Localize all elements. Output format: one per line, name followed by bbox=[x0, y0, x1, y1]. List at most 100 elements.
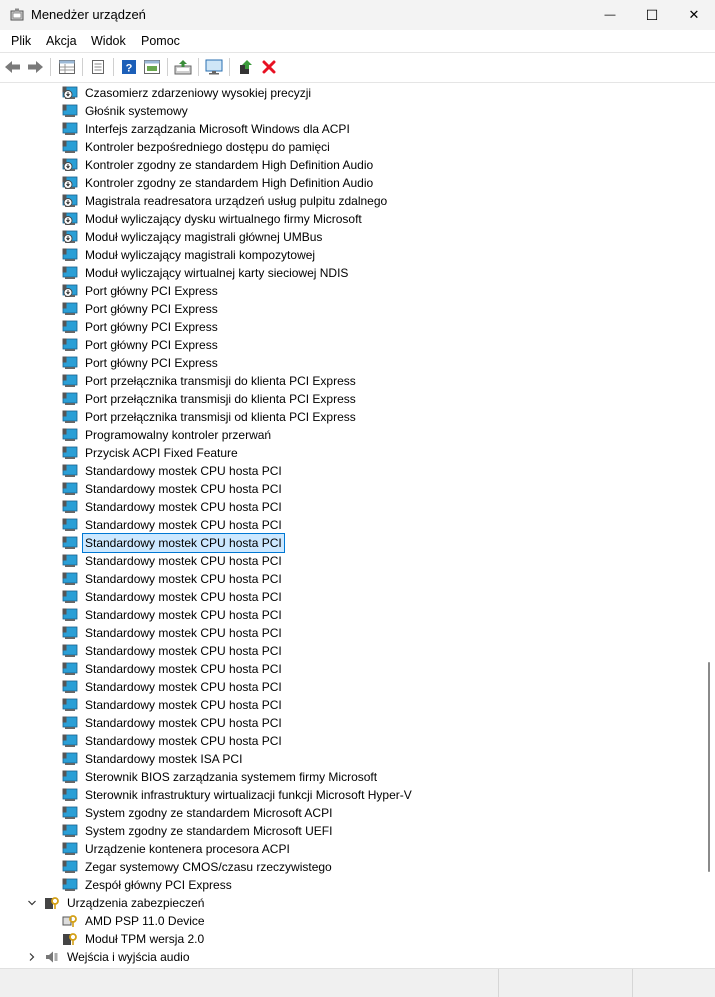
security-device-icon bbox=[63, 933, 77, 945]
maximize-icon: ☐ bbox=[645, 6, 659, 23]
device-tree[interactable]: Czasomierz zdarzeniowy wysokiej precyzji… bbox=[0, 84, 703, 968]
system-device-warning-icon bbox=[62, 86, 78, 99]
tree-item-label: Przycisk ACPI Fixed Feature bbox=[85, 446, 238, 460]
tree-item-label: Standardowy mostek CPU hosta PCI bbox=[85, 590, 282, 604]
tree-item-label: Standardowy mostek CPU hosta PCI bbox=[85, 554, 282, 568]
uninstall-device-button[interactable] bbox=[259, 57, 279, 77]
maximize-button[interactable]: ☐ bbox=[629, 0, 675, 30]
system-device-icon bbox=[62, 410, 78, 423]
tree-item-label: Urządzenie kontenera procesora ACPI bbox=[85, 842, 290, 856]
window-title: Menedżer urządzeń bbox=[31, 7, 146, 22]
scan-hardware-button[interactable] bbox=[204, 57, 224, 77]
system-device-warning-icon bbox=[62, 284, 78, 297]
tree-item-label: Standardowy mostek CPU hosta PCI bbox=[85, 662, 282, 676]
title-bar: Menedżer urządzeń — ☐ ✕ bbox=[0, 0, 715, 30]
toolbar: ? bbox=[0, 53, 715, 81]
menu-plik[interactable]: Plik bbox=[11, 34, 31, 48]
menu-pomoc[interactable]: Pomoc bbox=[141, 34, 180, 48]
tree-item-label: Wejścia i wyjścia audio bbox=[67, 950, 190, 964]
system-device-icon bbox=[62, 824, 78, 837]
toolbar-separator bbox=[113, 58, 114, 76]
system-device-icon bbox=[62, 500, 78, 513]
menu-bar: Plik Akcja Widok Pomoc bbox=[0, 30, 715, 52]
system-device-icon bbox=[62, 608, 78, 621]
system-device-warning-icon bbox=[62, 176, 78, 189]
help-icon: ? bbox=[122, 60, 136, 75]
tree-item-label: Moduł wyliczający dysku wirtualnego firm… bbox=[85, 212, 362, 226]
forward-icon bbox=[28, 61, 43, 73]
system-device-icon bbox=[62, 698, 78, 711]
system-device-icon bbox=[62, 464, 78, 477]
system-device-icon bbox=[62, 140, 78, 153]
system-device-icon bbox=[62, 248, 78, 261]
tree-item-label: Standardowy mostek CPU hosta PCI bbox=[85, 464, 282, 478]
system-device-icon bbox=[62, 356, 78, 369]
tree-item-label: Kontroler bezpośredniego dostępu do pami… bbox=[85, 140, 330, 154]
properties-button[interactable] bbox=[57, 57, 77, 77]
system-device-icon bbox=[62, 320, 78, 333]
chevron-right-icon[interactable] bbox=[27, 952, 37, 962]
menu-akcja[interactable]: Akcja bbox=[46, 34, 77, 48]
tree-item-label: Port przełącznika transmisji do klienta … bbox=[85, 392, 356, 406]
uninstall-icon bbox=[262, 60, 276, 74]
help-button[interactable]: ? bbox=[119, 57, 139, 77]
system-device-icon bbox=[62, 842, 78, 855]
tree-item-label: Programowalny kontroler przerwań bbox=[85, 428, 272, 442]
tree-item-label: Standardowy mostek CPU hosta PCI bbox=[85, 644, 282, 658]
tree-item-label: Interfejs zarządzania Microsoft Windows … bbox=[85, 122, 350, 136]
status-divider bbox=[632, 969, 633, 997]
system-device-warning-icon bbox=[62, 158, 78, 171]
chevron-down-icon[interactable] bbox=[27, 898, 37, 908]
system-device-icon bbox=[62, 122, 78, 135]
tree-item-label: Port przełącznika transmisji do klienta … bbox=[85, 374, 356, 388]
vertical-scrollbar[interactable] bbox=[703, 84, 715, 968]
back-icon bbox=[5, 61, 20, 73]
update-driver-button[interactable] bbox=[173, 57, 193, 77]
back-button[interactable] bbox=[3, 57, 23, 77]
monitor-icon bbox=[205, 59, 223, 75]
toolbar-separator bbox=[82, 58, 83, 76]
system-device-icon bbox=[62, 752, 78, 765]
system-device-warning-icon bbox=[62, 230, 78, 243]
system-device-icon bbox=[62, 554, 78, 567]
document-icon bbox=[92, 60, 104, 74]
system-device-icon bbox=[62, 680, 78, 693]
enable-device-button[interactable] bbox=[236, 57, 256, 77]
tree-item-label: Port główny PCI Express bbox=[85, 284, 218, 298]
system-device-icon bbox=[62, 788, 78, 801]
minimize-button[interactable]: — bbox=[587, 0, 633, 30]
toolbar-separator bbox=[50, 58, 51, 76]
tree-item-label: Standardowy mostek CPU hosta PCI bbox=[85, 482, 282, 496]
system-device-icon bbox=[62, 590, 78, 603]
system-device-icon bbox=[62, 266, 78, 279]
tree-item-label: Port główny PCI Express bbox=[85, 338, 218, 352]
scrollbar-thumb[interactable] bbox=[708, 662, 710, 872]
document-button[interactable] bbox=[88, 57, 108, 77]
tree-item-label: Standardowy mostek CPU hosta PCI bbox=[85, 500, 282, 514]
system-device-icon bbox=[62, 626, 78, 639]
forward-button[interactable] bbox=[25, 57, 45, 77]
system-device-icon bbox=[62, 374, 78, 387]
system-device-icon bbox=[62, 644, 78, 657]
tree-item-label: System zgodny ze standardem Microsoft UE… bbox=[85, 824, 333, 838]
system-device-icon bbox=[62, 446, 78, 459]
tree-item-label: Standardowy mostek CPU hosta PCI bbox=[85, 518, 282, 532]
properties-grid-icon bbox=[59, 60, 75, 74]
enable-device-icon bbox=[240, 60, 252, 74]
tree-item-label: Standardowy mostek CPU hosta PCI bbox=[85, 698, 282, 712]
tree-item-label: Standardowy mostek CPU hosta PCI bbox=[85, 716, 282, 730]
menu-widok[interactable]: Widok bbox=[91, 34, 126, 48]
security-chip-icon bbox=[62, 915, 77, 927]
tree-item-label: Kontroler zgodny ze standardem High Defi… bbox=[85, 158, 374, 172]
system-device-icon bbox=[62, 806, 78, 819]
system-device-icon bbox=[62, 536, 78, 549]
system-device-icon bbox=[62, 338, 78, 351]
close-icon: ✕ bbox=[688, 7, 700, 22]
tree-item-label: Sterownik BIOS zarządzania systemem firm… bbox=[85, 770, 378, 784]
tree-item-label: Głośnik systemowy bbox=[85, 104, 188, 118]
tree-item-label: Urządzenia zabezpieczeń bbox=[67, 896, 205, 910]
system-device-icon bbox=[62, 302, 78, 315]
close-button[interactable]: ✕ bbox=[673, 0, 715, 30]
minimize-icon: — bbox=[604, 9, 616, 21]
panel-button[interactable] bbox=[142, 57, 162, 77]
